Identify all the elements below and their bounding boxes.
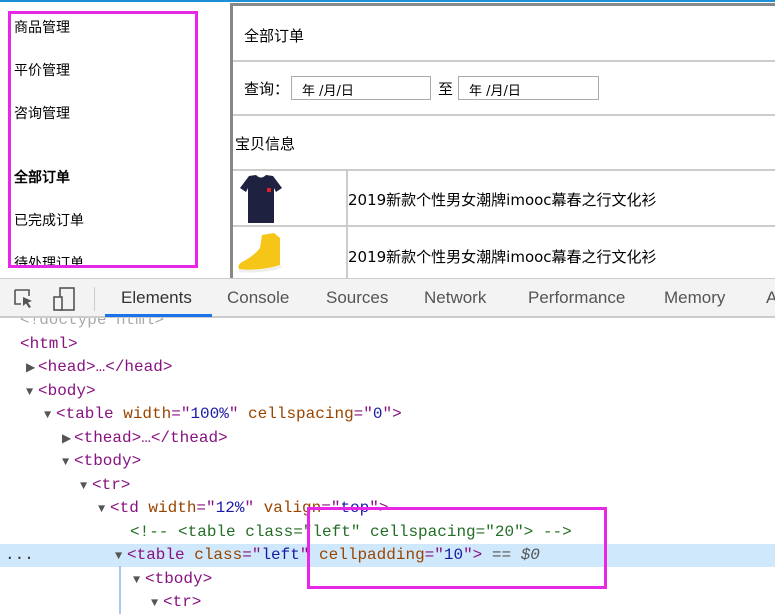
code-token-attr: class: [194, 546, 243, 564]
code-token-val: 100%: [190, 405, 229, 423]
dom-node[interactable]: ▼ <tbody>: [0, 450, 775, 473]
dom-node-content: ▶ <thead>…</thead>: [62, 427, 228, 451]
expand-triangle-icon[interactable]: ▶: [62, 428, 74, 451]
dom-node[interactable]: ▶ <thead>…</thead>: [0, 427, 775, 450]
tab-performance[interactable]: Performance: [528, 288, 625, 308]
date-to-input[interactable]: 年 /月/日: [458, 76, 599, 100]
code-token-tag: <thead>: [74, 428, 142, 447]
dom-node-content: <html>: [20, 333, 78, 356]
date-from-input[interactable]: 年 /月/日: [291, 76, 431, 100]
to-label: 至: [438, 80, 454, 98]
code-token-tag: <table: [56, 405, 124, 423]
dom-node-content: ▼ <tbody>: [133, 568, 212, 592]
code-token-tag: =": [196, 499, 216, 517]
node-actions-icon[interactable]: ...: [5, 544, 34, 567]
query-label: 查询：: [244, 80, 290, 98]
code-token-val: left: [261, 546, 300, 564]
t-shirt-image: [239, 174, 283, 228]
code-token-tag: <body>: [38, 381, 96, 400]
divider: [233, 114, 775, 116]
dom-node[interactable]: ▼ <tr>: [0, 591, 775, 614]
expand-triangle-icon[interactable]: ▶: [26, 357, 38, 380]
sneaker-image: [236, 232, 282, 278]
product-name[interactable]: 2019新款个性男女潮牌imooc幕春之行文化衫: [348, 189, 657, 210]
tab-console[interactable]: Console: [227, 288, 289, 308]
code-token-tag: <tr>: [92, 475, 131, 494]
tab-network[interactable]: Network: [424, 288, 486, 308]
code-token-tag: <head>: [38, 358, 96, 376]
code-token-tag: ": [228, 405, 249, 423]
tab-elements[interactable]: Elements: [121, 288, 192, 308]
collapse-triangle-icon[interactable]: ▼: [115, 545, 127, 568]
code-token-tag: <tbody>: [74, 452, 142, 470]
code-token-tag: <html>: [20, 334, 78, 353]
inspect-element-icon[interactable]: [13, 288, 35, 314]
code-token-attr: width: [123, 405, 172, 423]
collapse-triangle-icon[interactable]: ▼: [98, 498, 110, 521]
dom-node[interactable]: ▶ <head>…</head>: [0, 356, 775, 379]
tab-more[interactable]: A: [766, 288, 775, 308]
active-tab-indicator: [105, 314, 212, 317]
dom-node-content: ▼ <tbody>: [62, 450, 141, 474]
code-token-attr: width: [148, 499, 197, 517]
dom-node-content: ▼ <body>: [26, 380, 96, 404]
collapse-triangle-icon[interactable]: ▼: [26, 381, 38, 404]
dom-node[interactable]: ▼ <tr>: [0, 474, 775, 497]
collapse-triangle-icon[interactable]: ▼: [44, 404, 56, 427]
collapse-triangle-icon[interactable]: ▼: [133, 569, 145, 592]
code-token-plain: …: [95, 358, 106, 376]
dom-node-content: ▼ <tr>: [80, 474, 130, 498]
divider: [233, 225, 775, 227]
orders-panel: 全部订单 查询： 年 /月/日 至 年 /月/日 宝贝信息 2019新款个性男女…: [230, 3, 775, 281]
tab-memory[interactable]: Memory: [664, 288, 725, 308]
devtools-toolbar: Elements Console Sources Network Perform…: [0, 278, 775, 318]
dom-node[interactable]: <!doctype html>: [0, 318, 775, 332]
code-token-tag: =": [353, 405, 373, 423]
code-token-tag: <table: [127, 546, 195, 564]
code-token-tag: =": [242, 546, 262, 564]
highlight-box-sidebar: [8, 11, 198, 268]
product-name[interactable]: 2019新款个性男女潮牌imooc幕春之行文化衫: [348, 246, 657, 267]
dom-node[interactable]: ▼ <body>: [0, 380, 775, 403]
page-title: 全部订单: [244, 27, 305, 45]
divider: [233, 60, 775, 62]
code-token-tag: <tr>: [163, 593, 202, 611]
device-toolbar-icon[interactable]: [52, 287, 76, 315]
code-token-dim: <!doctype html>: [20, 318, 165, 329]
dom-node-content: ▶ <head>…</head>: [26, 356, 172, 380]
dom-node-content: <!doctype html>: [20, 318, 164, 332]
dom-node-content: ▼ <tr>: [151, 591, 201, 614]
code-token-tag: <td: [110, 499, 149, 517]
code-token-tag: =": [171, 405, 191, 423]
code-token-tag: <tbody>: [145, 569, 213, 588]
collapse-triangle-icon[interactable]: ▼: [62, 451, 74, 474]
collapse-triangle-icon[interactable]: ▼: [80, 475, 92, 498]
divider: [233, 169, 775, 171]
highlight-box-code: [307, 507, 607, 589]
section-header: 宝贝信息: [235, 135, 296, 153]
code-token-tag: </thead>: [150, 428, 228, 447]
dom-node-content: ▼ <table width="100%" cellspacing="0">: [44, 403, 402, 427]
code-token-attr: cellspacing: [248, 405, 354, 423]
dom-node[interactable]: <html>: [0, 333, 775, 356]
code-token-tag: </head>: [105, 358, 173, 376]
collapse-triangle-icon[interactable]: ▼: [151, 592, 163, 614]
code-token-val: 12%: [215, 499, 245, 517]
tree-guide-line: [119, 566, 121, 614]
dom-node[interactable]: ▼ <table width="100%" cellspacing="0">: [0, 403, 775, 426]
tab-sources[interactable]: Sources: [326, 288, 388, 308]
code-token-plain: …: [141, 428, 151, 447]
code-token-tag: ">: [382, 405, 402, 423]
divider: [94, 287, 95, 311]
browser-top-border: [0, 0, 775, 2]
code-token-tag: ": [244, 499, 264, 517]
